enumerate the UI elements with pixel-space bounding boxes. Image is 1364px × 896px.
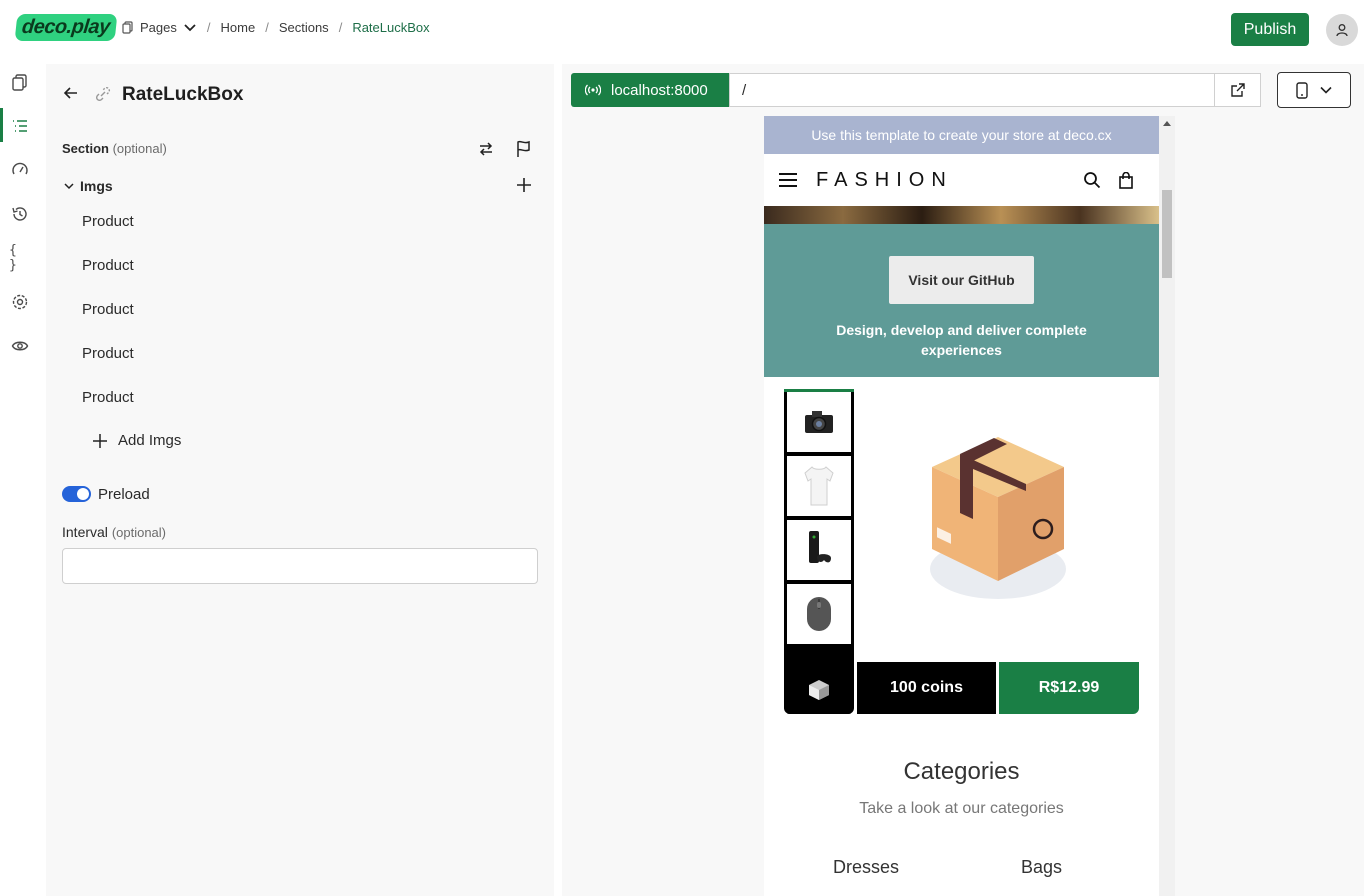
add-imgs-button[interactable]: Add Imgs (92, 432, 181, 449)
tshirt-icon (804, 466, 834, 506)
visit-github-button[interactable]: Visit our GitHub (889, 256, 1034, 304)
interval-input[interactable] (62, 548, 538, 584)
site-preview: Use this template to create your store a… (764, 116, 1159, 896)
hero-text: Design, develop and deliver complete exp… (836, 322, 1087, 358)
scrollbar-thumb[interactable] (1162, 190, 1172, 278)
code-icon[interactable]: { } (9, 243, 31, 273)
editor-panel (46, 64, 554, 896)
thumb-tshirt[interactable] (787, 456, 851, 516)
publish-button[interactable]: Publish (1231, 13, 1309, 46)
thumb-box[interactable] (787, 648, 851, 714)
img-item[interactable]: Product (82, 213, 134, 230)
cube-icon (809, 680, 829, 700)
game-console-icon (809, 531, 831, 563)
optional-tag: (optional) (111, 525, 167, 540)
external-link-icon (1230, 83, 1245, 97)
left-rail: { } (0, 60, 46, 896)
user-avatar[interactable] (1326, 14, 1358, 46)
categories-subtitle: Take a look at our categories (859, 800, 1064, 817)
thumb-console[interactable] (787, 520, 851, 580)
top-bar: deco.play Pages / Home / Sections / Rate… (0, 0, 1364, 60)
coins-price-label[interactable]: 100 coins (857, 662, 996, 714)
deco-logo[interactable]: deco.play (14, 14, 118, 41)
breadcrumb-home[interactable]: Home (221, 20, 256, 35)
url-bar: / (729, 73, 1261, 107)
thumb-mouse[interactable] (787, 584, 851, 644)
device-selector[interactable] (1277, 72, 1351, 108)
product-main-image[interactable] (857, 389, 1139, 662)
preload-toggle[interactable] (62, 486, 91, 502)
mobile-icon (1296, 81, 1308, 99)
site-brand[interactable]: FASHION (816, 169, 1083, 192)
search-icon[interactable] (1083, 171, 1101, 189)
shopping-bag-icon[interactable] (1119, 171, 1133, 189)
breadcrumb-separator: / (265, 20, 269, 35)
plus-icon (517, 178, 531, 192)
link-broken-icon (94, 85, 112, 108)
img-item[interactable]: Product (82, 389, 134, 406)
interval-field-label: Interval (optional) (62, 524, 166, 540)
active-indicator (0, 108, 3, 142)
swap-icon (479, 142, 493, 156)
section-title: RateLuckBox (122, 84, 244, 105)
flag-button[interactable] (515, 140, 533, 163)
breadcrumb-current[interactable]: RateLuckBox (352, 20, 429, 35)
menu-icon[interactable] (778, 172, 798, 188)
preview-icon[interactable] (9, 335, 31, 357)
pages-dropdown[interactable]: Pages (122, 20, 197, 35)
preview-scrollbar[interactable] (1159, 116, 1175, 896)
camera-icon (805, 411, 833, 433)
interval-label: Interval (62, 524, 108, 540)
chevron-down-icon (64, 183, 74, 190)
promo-banner[interactable]: Use this template to create your store a… (764, 116, 1159, 154)
section-label: Section (62, 141, 109, 156)
preload-label: Preload (98, 486, 150, 503)
user-icon (1336, 24, 1348, 37)
chevron-down-icon (1320, 86, 1332, 94)
chevron-down-icon (184, 23, 196, 31)
hero-section: Visit our GitHub Design, develop and del… (764, 224, 1159, 377)
imgs-toggle[interactable]: Imgs (64, 178, 113, 194)
performance-icon[interactable] (9, 159, 31, 181)
add-img-button[interactable] (515, 176, 533, 199)
box-illustration-icon (930, 437, 1066, 599)
pages-icon (122, 21, 133, 34)
open-external-button[interactable] (1214, 74, 1260, 106)
host-label: localhost:8000 (611, 81, 708, 99)
history-icon[interactable] (9, 203, 31, 225)
categories-title: Categories (903, 758, 1020, 785)
sections-icon[interactable] (9, 115, 31, 137)
url-path-input[interactable]: / (730, 82, 1214, 99)
back-button[interactable] (62, 84, 80, 107)
arrow-left-icon (63, 87, 77, 99)
img-item[interactable]: Product (82, 257, 134, 274)
mouse-icon (807, 597, 831, 631)
section-field-label: Section (optional) (62, 141, 167, 156)
category-bags[interactable]: Bags (1021, 857, 1062, 878)
breadcrumb-separator: / (206, 20, 211, 35)
scroll-up-arrow[interactable] (1163, 121, 1171, 126)
img-item[interactable]: Product (82, 345, 134, 362)
optional-tag: (optional) (112, 141, 167, 156)
pages-label: Pages (140, 20, 177, 35)
breadcrumb-separator: / (338, 20, 343, 35)
breadcrumb: Pages / Home / Sections / RateLuckBox (122, 20, 430, 35)
pages-icon[interactable] (9, 71, 31, 93)
add-imgs-label: Add Imgs (118, 432, 182, 449)
hero-image-strip (764, 206, 1159, 224)
flag-icon (517, 140, 530, 157)
broadcast-icon (585, 84, 601, 96)
img-item[interactable]: Product (82, 301, 134, 318)
imgs-label: Imgs (80, 178, 113, 194)
plus-icon (93, 433, 107, 448)
breadcrumb-sections[interactable]: Sections (279, 20, 329, 35)
swap-button[interactable] (477, 140, 495, 163)
site-nav: FASHION (764, 154, 1159, 206)
price-button[interactable]: R$12.99 (999, 662, 1139, 714)
settings-icon[interactable] (9, 291, 31, 313)
host-badge[interactable]: localhost:8000 (571, 73, 729, 107)
thumb-camera[interactable] (787, 392, 851, 452)
thumbnail-strip (784, 389, 854, 714)
category-dresses[interactable]: Dresses (833, 857, 899, 878)
